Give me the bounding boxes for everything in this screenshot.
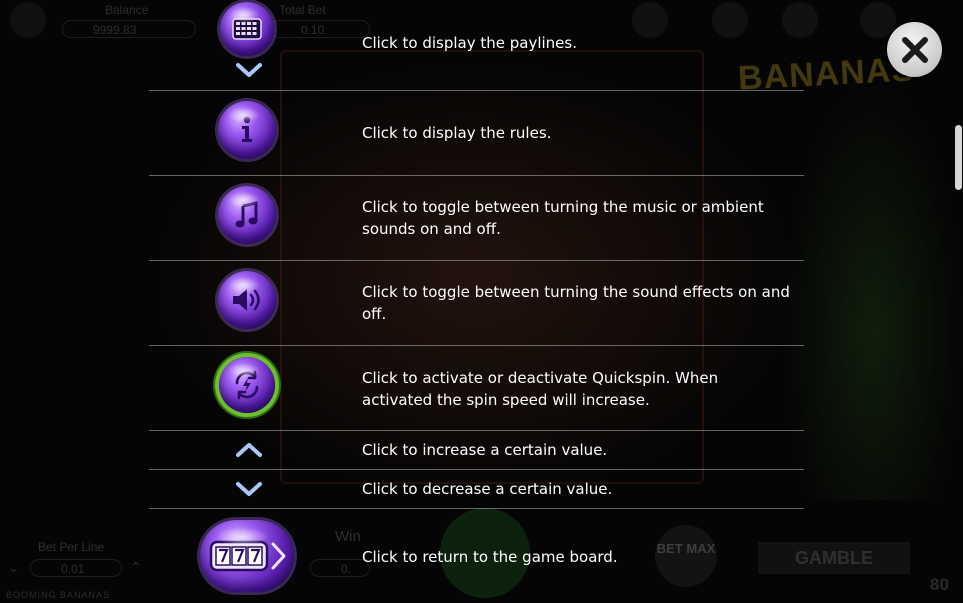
sound-effects-toggle-button[interactable] bbox=[218, 271, 276, 329]
sound-effects-description: Click to toggle between turning the soun… bbox=[362, 283, 790, 323]
win-label: Win bbox=[335, 528, 361, 545]
paylines-description: Click to display the paylines. bbox=[362, 34, 577, 52]
scrollbar-track[interactable] bbox=[953, 0, 963, 603]
scrollbar-thumb[interactable] bbox=[955, 125, 962, 190]
chevron-up-icon bbox=[236, 443, 262, 457]
row-divider bbox=[149, 469, 804, 470]
row-divider bbox=[149, 260, 804, 261]
total-bet-label: Total Bet bbox=[279, 3, 326, 17]
bet-increase-bg-icon: ⌃ bbox=[130, 560, 142, 576]
info-bg-icon bbox=[860, 2, 896, 38]
game-title-footer: BOOMING BANANAS bbox=[6, 590, 111, 600]
background-foliage bbox=[783, 80, 963, 500]
row-divider bbox=[149, 90, 804, 91]
quickspin-description: Click to activate or deactivate Quickspi… bbox=[362, 369, 719, 409]
row-divider bbox=[149, 175, 804, 176]
credit-fragment: 80 bbox=[930, 575, 949, 594]
bet-decrease-bg-icon: ⌄ bbox=[8, 560, 20, 576]
return-to-game-button[interactable] bbox=[200, 520, 294, 592]
reels-frame bbox=[280, 50, 704, 484]
close-button[interactable] bbox=[887, 22, 942, 77]
menu-icon bbox=[10, 2, 46, 38]
paylines-button[interactable] bbox=[220, 2, 274, 56]
balance-value: 9999.83 bbox=[62, 20, 196, 38]
total-bet-value: 0.10 bbox=[270, 20, 370, 38]
rules-description: Click to display the rules. bbox=[362, 124, 552, 142]
row-divider bbox=[149, 430, 804, 431]
quickspin-toggle-button[interactable] bbox=[219, 357, 275, 413]
close-icon bbox=[901, 36, 928, 63]
bet-per-line-value: 0.01 bbox=[30, 559, 122, 577]
increase-description: Click to increase a certain value. bbox=[362, 441, 608, 459]
bet-per-line-label: Bet Per Line bbox=[38, 540, 105, 554]
return-description: Click to return to the game board. bbox=[362, 548, 618, 566]
rules-button[interactable] bbox=[218, 101, 276, 159]
row-divider bbox=[149, 508, 804, 509]
win-value: 0. bbox=[310, 559, 370, 577]
chevron-down-icon bbox=[236, 482, 262, 496]
music-toggle-button[interactable] bbox=[218, 186, 276, 244]
decrease-description: Click to decrease a certain value. bbox=[362, 480, 613, 498]
paylines-chevron-down-icon bbox=[236, 63, 262, 77]
row-divider bbox=[149, 345, 804, 346]
music-description: Click to toggle between turning the musi… bbox=[362, 198, 764, 238]
balance-label: Balance bbox=[105, 3, 149, 17]
